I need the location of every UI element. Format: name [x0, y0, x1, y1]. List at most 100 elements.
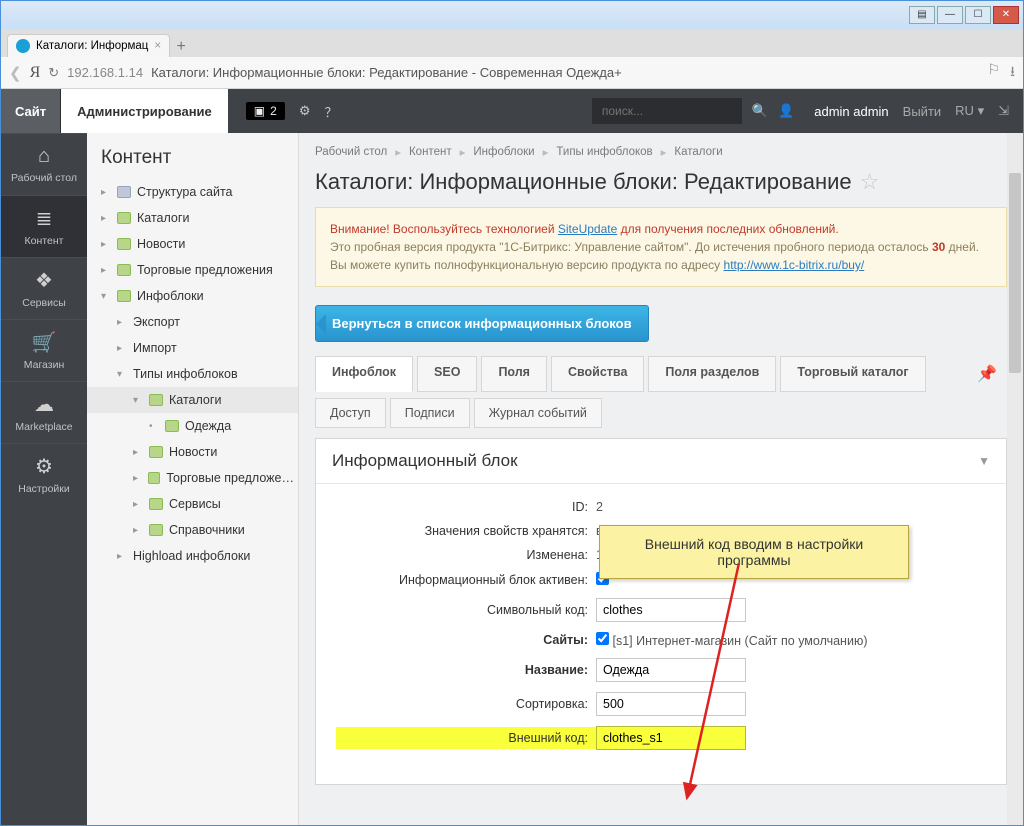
changed-label: Изменена:: [336, 548, 596, 562]
pin-icon[interactable]: 📌: [967, 356, 1007, 392]
panel-title: Информационный блок: [332, 451, 518, 471]
tree-item[interactable]: ▸Справочники: [87, 517, 298, 543]
pin-icon[interactable]: ⇲: [998, 103, 1009, 119]
gear-icon[interactable]: ⚙: [299, 103, 311, 119]
code-input[interactable]: [596, 598, 746, 622]
nav-back-icon[interactable]: ❮: [9, 64, 22, 82]
url-title: Каталоги: Информационные блоки: Редактир…: [151, 65, 622, 80]
Контент-icon: ≣: [36, 206, 53, 231]
search-icon[interactable]: 🔍: [752, 103, 768, 119]
browser-tab[interactable]: Каталоги: Информац ×: [7, 34, 170, 57]
tab-Поля разделов[interactable]: Поля разделов: [648, 356, 776, 392]
site-icon: [117, 186, 131, 198]
tab-Журнал событий[interactable]: Журнал событий: [474, 398, 602, 428]
collapse-icon[interactable]: ▼: [978, 454, 990, 468]
folder-icon: [117, 290, 131, 302]
iconcol-item-магазин[interactable]: 🛒Магазин: [1, 319, 87, 381]
callout-tooltip: Внешний код вводим в настройки программы: [599, 525, 909, 579]
window-maximize-button[interactable]: ☐: [965, 6, 991, 24]
buy-link[interactable]: http://www.1c-bitrix.ru/buy/: [724, 258, 865, 272]
tree-heading: Контент: [87, 147, 298, 179]
tab-Поля[interactable]: Поля: [481, 356, 547, 392]
favorite-star-icon[interactable]: ☆: [860, 169, 880, 195]
tree-item[interactable]: ▸Highload инфоблоки: [87, 543, 298, 569]
tree-arrow-icon: ▸: [117, 551, 127, 562]
window-close-button[interactable]: ✕: [993, 6, 1019, 24]
tree-item[interactable]: ▸Торговые предложения: [87, 257, 298, 283]
tree-item[interactable]: •Одежда: [87, 413, 298, 439]
external-code-input[interactable]: [596, 726, 746, 750]
tab-close-icon[interactable]: ×: [154, 40, 161, 52]
tab-SEO[interactable]: SEO: [417, 356, 477, 392]
download-icon[interactable]: ⭳: [1010, 61, 1015, 85]
tab-Инфоблок[interactable]: Инфоблок: [315, 356, 413, 392]
tab-Доступ[interactable]: Доступ: [315, 398, 386, 428]
tree-item[interactable]: ▸Каталоги: [87, 205, 298, 231]
tree-item[interactable]: ▸Новости: [87, 439, 298, 465]
bookmark-icon[interactable]: ⚐: [988, 61, 1001, 85]
tree-item[interactable]: ▾Инфоблоки: [87, 283, 298, 309]
user-name[interactable]: admin admin: [814, 104, 888, 119]
back-to-list-button[interactable]: Вернуться в список информационных блоков: [315, 305, 649, 342]
lang-switch[interactable]: RU ▾: [955, 103, 984, 119]
tree-item[interactable]: ▾Типы инфоблоков: [87, 361, 298, 387]
site-checkbox[interactable]: [596, 632, 609, 645]
content-area: Рабочий стол▸Контент▸Инфоблоки▸Типы инфо…: [299, 133, 1023, 825]
tree-item[interactable]: ▸Экспорт: [87, 309, 298, 335]
tab-Свойства[interactable]: Свойства: [551, 356, 644, 392]
name-input[interactable]: [596, 658, 746, 682]
alert-warning: Внимание! Воспользуйтесь технологией: [330, 222, 555, 236]
tree-arrow-icon: ▸: [101, 213, 111, 224]
breadcrumb: Рабочий стол▸Контент▸Инфоблоки▸Типы инфо…: [315, 145, 1007, 159]
props-label: Значения свойств хранятся:: [336, 524, 596, 538]
logout-link[interactable]: Выйти: [903, 104, 942, 119]
tree-item[interactable]: ▸Структура сайта: [87, 179, 298, 205]
sort-input[interactable]: [596, 692, 746, 716]
id-value: 2: [596, 500, 986, 514]
window-tray-icon[interactable]: ▤: [909, 6, 935, 24]
crumb-item[interactable]: Каталоги: [674, 146, 722, 158]
siteupdate-link[interactable]: SiteUpdate: [558, 222, 617, 236]
days-remaining: 30: [932, 240, 945, 254]
tree-arrow-icon: ▾: [117, 369, 127, 380]
folder-icon: [149, 394, 163, 406]
crumb-item[interactable]: Инфоблоки: [473, 146, 534, 158]
iconcol-item-настройки[interactable]: ⚙Настройки: [1, 443, 87, 505]
notifications-badge[interactable]: ▣ 2: [246, 102, 285, 120]
help-icon[interactable]: ？: [324, 102, 337, 121]
tab-Подписи[interactable]: Подписи: [390, 398, 470, 428]
tree-item[interactable]: ▸Импорт: [87, 335, 298, 361]
new-tab-button[interactable]: +: [172, 39, 190, 57]
window-minimize-button[interactable]: —: [937, 6, 963, 24]
iconcol-item-контент[interactable]: ≣Контент: [1, 195, 87, 257]
iconcol-item-marketplace[interactable]: ☁Marketplace: [1, 381, 87, 443]
tree-arrow-icon: ▸: [133, 525, 143, 536]
iconcol-item-сервисы[interactable]: ❖Сервисы: [1, 257, 87, 319]
chat-icon: ▣: [254, 104, 265, 118]
tab-Торговый каталог[interactable]: Торговый каталог: [780, 356, 925, 392]
name-label: Название:: [336, 663, 596, 677]
id-label: ID:: [336, 500, 596, 514]
tree-item[interactable]: ▸Новости: [87, 231, 298, 257]
crumb-item[interactable]: Типы инфоблоков: [556, 146, 652, 158]
crumb-item[interactable]: Контент: [409, 146, 452, 158]
url-host[interactable]: 192.168.1.14: [67, 65, 143, 80]
tree-item[interactable]: ▸Сервисы: [87, 491, 298, 517]
browser-home-icon[interactable]: Я: [30, 64, 41, 82]
tree-arrow-icon: ▸: [133, 473, 142, 484]
crumb-item[interactable]: Рабочий стол: [315, 146, 387, 158]
page-title: Каталоги: Информационные блоки: Редактир…: [315, 169, 1007, 195]
browser-tabstrip: Каталоги: Информац × +: [1, 29, 1023, 57]
iconcol-item-рабочий стол[interactable]: ⌂Рабочий стол: [1, 133, 87, 195]
admin-tab[interactable]: Администрирование: [61, 89, 228, 133]
tree-panel: Контент ▸Структура сайта▸Каталоги▸Новост…: [87, 133, 299, 825]
code-label: Символьный код:: [336, 603, 596, 617]
vertical-scrollbar[interactable]: [1007, 133, 1023, 825]
tree-item[interactable]: ▸Торговые предложе…: [87, 465, 298, 491]
reload-icon[interactable]: ↻: [48, 65, 59, 81]
tree-item[interactable]: ▾Каталоги: [87, 387, 298, 413]
site-tab[interactable]: Сайт: [1, 89, 61, 133]
scrollbar-thumb[interactable]: [1009, 173, 1021, 373]
search-input[interactable]: [592, 98, 742, 124]
folder-icon: [117, 264, 131, 276]
